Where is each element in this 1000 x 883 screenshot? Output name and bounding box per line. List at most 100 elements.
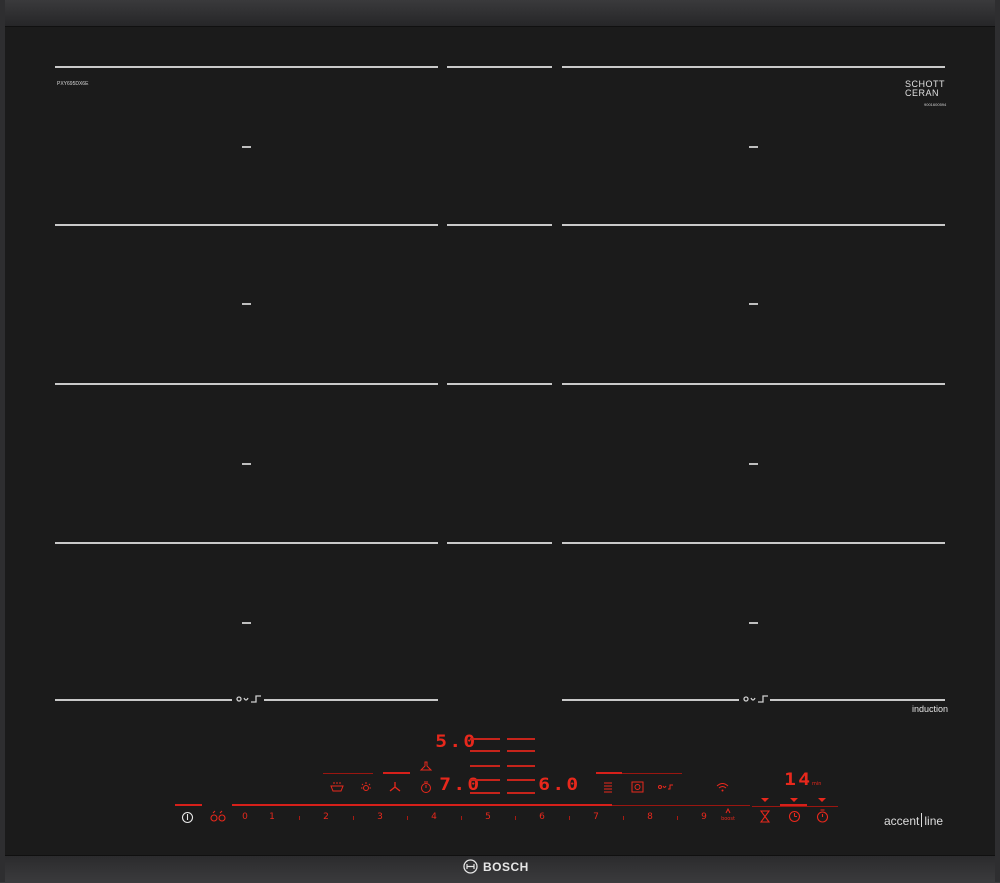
power-step-dot[interactable]	[461, 816, 462, 820]
level-bar	[470, 750, 500, 752]
power-level-1[interactable]: 1	[265, 812, 279, 822]
boost-label[interactable]: boost	[719, 816, 737, 822]
zone-center-marker[interactable]	[749, 463, 758, 465]
timer-unit-label: min	[812, 781, 822, 787]
brand-logo: BOSCH	[463, 859, 529, 874]
hood-icon[interactable]	[419, 761, 433, 773]
bosch-armature-icon	[463, 859, 478, 874]
flex-icon[interactable]	[658, 783, 674, 791]
zone-guide-line	[562, 699, 739, 701]
move-mode-icon[interactable]	[743, 694, 769, 704]
zone-center-marker[interactable]	[242, 303, 251, 305]
zone-guide-line	[447, 383, 552, 385]
level-bar	[470, 765, 500, 767]
power-icon[interactable]	[181, 811, 194, 824]
timer-row-line	[752, 806, 838, 807]
cooktop-surface: PXY695DX6E SCHOTT CERAN 9001600594 induc…	[0, 0, 1000, 883]
glass-brand-line2: CERAN	[905, 88, 940, 98]
power-level-5[interactable]: 5	[481, 812, 495, 822]
zone-guide-line	[770, 699, 945, 701]
zone-guide-line	[447, 66, 552, 68]
upper-setting-display: 5.0	[435, 732, 478, 752]
countdown-icon[interactable]	[788, 810, 801, 823]
zone-guide-line	[562, 66, 945, 68]
glass-brand-logo: SCHOTT CERAN	[905, 80, 949, 98]
child-lock-icon[interactable]	[210, 810, 226, 823]
zone-guide-line	[562, 224, 945, 226]
power-level-9[interactable]: 9	[697, 812, 711, 822]
power-level-3[interactable]: 3	[373, 812, 387, 822]
countdown-indicator-icon	[790, 798, 798, 802]
power-level-2[interactable]: 2	[319, 812, 333, 822]
glass-serial: 9001600594	[924, 102, 947, 107]
boost-arrow-icon	[725, 807, 731, 814]
power-step-dot[interactable]	[623, 816, 624, 820]
series-part1: accent	[884, 814, 920, 828]
level-bar	[507, 738, 535, 740]
stopwatch-indicator-icon	[818, 798, 826, 802]
cookit-icon[interactable]	[631, 781, 644, 793]
zone-guide-line	[55, 66, 438, 68]
zone-center-marker[interactable]	[242, 146, 251, 148]
zone-guide-line	[447, 224, 552, 226]
zone-guide-line	[264, 699, 438, 701]
power-level-6[interactable]: 6	[535, 812, 549, 822]
frame-left-edge	[0, 0, 5, 882]
model-code: PXY695DX6E	[57, 81, 89, 87]
zone-guide-line	[55, 224, 438, 226]
power-level-4[interactable]: 4	[427, 812, 441, 822]
hood-light-icon[interactable]	[360, 781, 372, 793]
zone-guide-line	[55, 699, 232, 701]
hourglass-icon[interactable]	[759, 810, 771, 823]
frame-top-edge	[0, 0, 1000, 27]
power-step-dot[interactable]	[677, 816, 678, 820]
level-bar	[507, 765, 535, 767]
hourglass-indicator-icon	[761, 798, 769, 802]
zone-guide-line	[55, 542, 438, 544]
frame-right-edge	[995, 0, 1000, 882]
brand-name: BOSCH	[483, 860, 529, 874]
timer-value-display: 14	[784, 770, 813, 790]
zone-guide-line	[447, 542, 552, 544]
power-active-segment	[175, 804, 202, 806]
level-bar	[470, 792, 500, 794]
right-setting-display: 6.0	[538, 775, 581, 795]
menu-icon[interactable]	[603, 781, 613, 793]
zone-guide-line	[55, 383, 438, 385]
zone-guide-line	[562, 383, 945, 385]
power-level-bar	[232, 804, 612, 806]
power-step-dot[interactable]	[299, 816, 300, 820]
power-level-7[interactable]: 7	[589, 812, 603, 822]
wifi-icon[interactable]	[716, 782, 729, 792]
zone-center-marker[interactable]	[242, 622, 251, 624]
level-bar	[470, 738, 500, 740]
move-mode-icon[interactable]	[236, 694, 262, 704]
power-level-8[interactable]: 8	[643, 812, 657, 822]
function-row-active	[383, 772, 410, 774]
zone-center-marker[interactable]	[242, 463, 251, 465]
power-level-0[interactable]: 0	[238, 812, 252, 822]
series-part2: line	[924, 814, 944, 828]
induction-label: induction	[912, 704, 949, 714]
power-step-dot[interactable]	[353, 816, 354, 820]
stopwatch-icon[interactable]	[816, 809, 829, 823]
level-bar	[507, 792, 535, 794]
level-bar	[507, 750, 535, 752]
function-row-active	[596, 772, 622, 774]
power-step-dot[interactable]	[569, 816, 570, 820]
zone-center-marker[interactable]	[749, 622, 758, 624]
hood-fan-icon[interactable]	[389, 781, 401, 793]
function-row-line	[323, 773, 373, 774]
frying-sensor-icon[interactable]	[330, 781, 344, 793]
power-step-dot[interactable]	[515, 816, 516, 820]
zone-guide-line	[562, 542, 945, 544]
level-bar	[507, 779, 535, 781]
power-step-dot[interactable]	[407, 816, 408, 820]
zone-center-marker[interactable]	[749, 146, 758, 148]
timer-icon[interactable]	[420, 781, 432, 793]
power-scale-line	[612, 805, 750, 806]
timer-row-active	[780, 804, 807, 806]
zone-center-marker[interactable]	[749, 303, 758, 305]
level-bar	[470, 779, 500, 781]
series-logo: accent line	[884, 813, 943, 828]
